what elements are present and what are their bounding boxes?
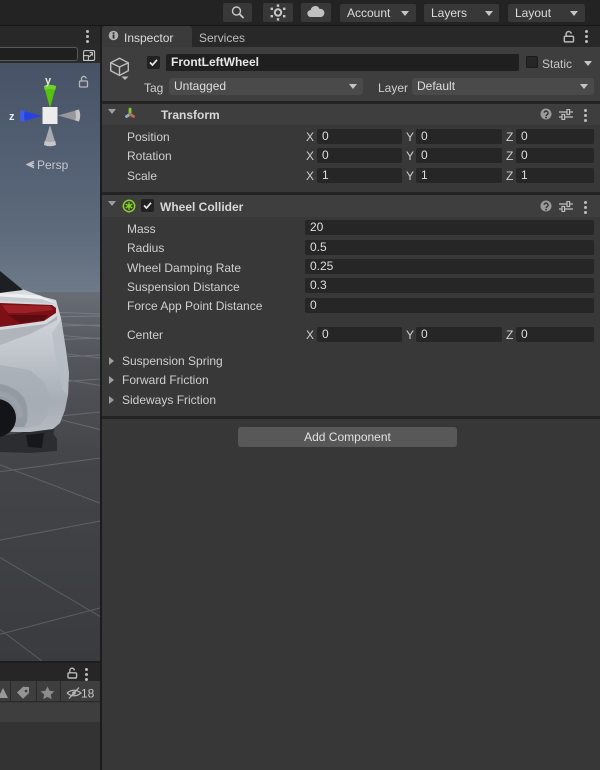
svg-text:18: 18 bbox=[81, 687, 95, 701]
svg-text:z: z bbox=[9, 111, 15, 123]
svg-text:Persp: Persp bbox=[37, 158, 69, 172]
svg-text:y: y bbox=[45, 75, 52, 87]
